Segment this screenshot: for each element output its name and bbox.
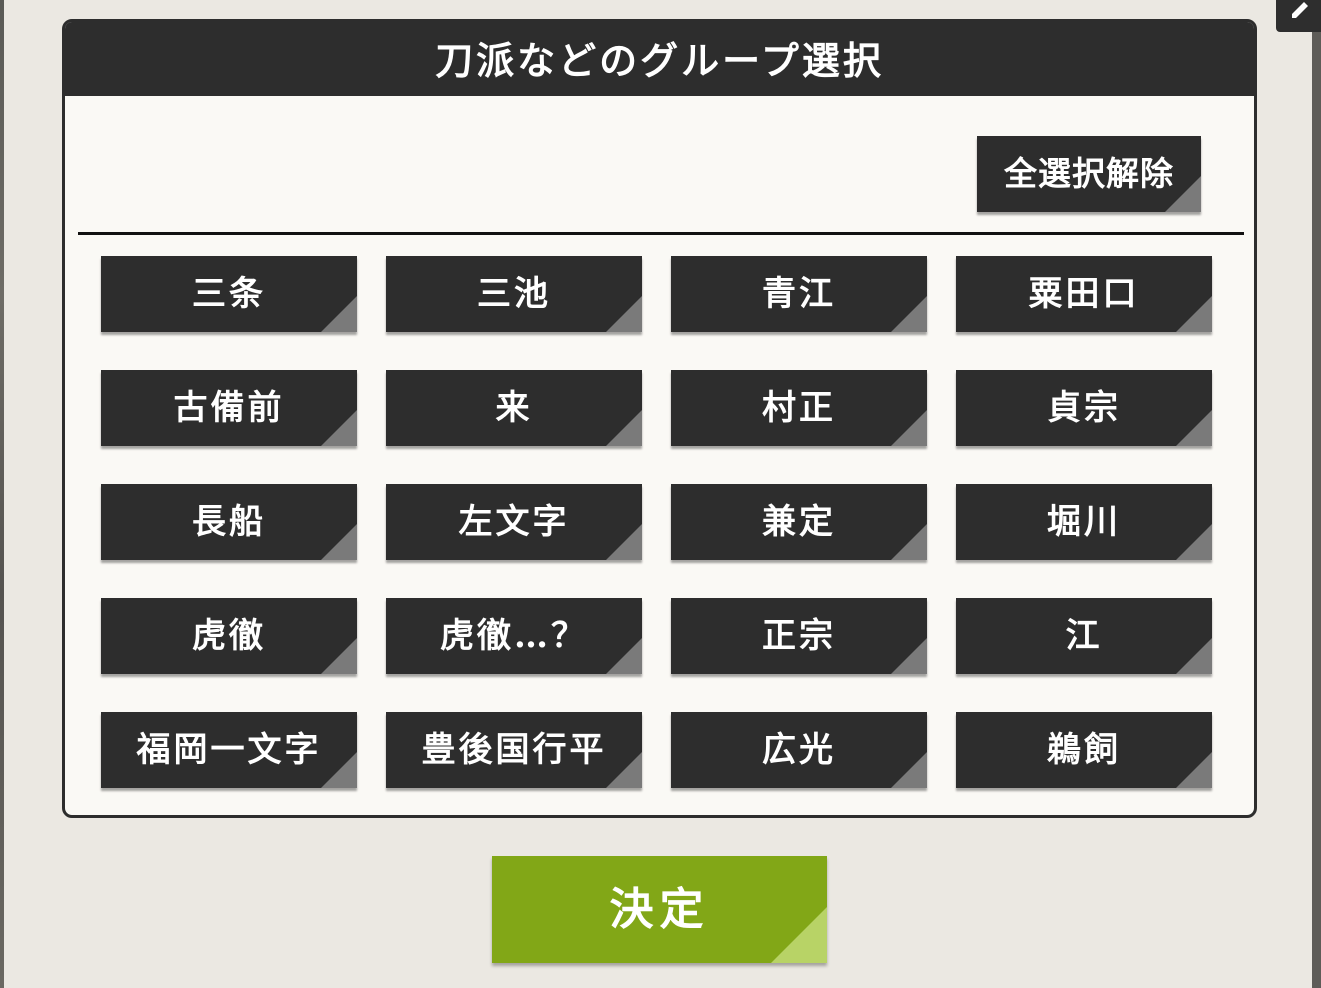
group-label: 兼定 (762, 502, 836, 542)
group-label: 豊後国行平 (421, 730, 607, 770)
group-label: 左文字 (458, 502, 570, 542)
group-label: 堀川 (1047, 502, 1121, 542)
group-button-rai[interactable]: 来 (386, 370, 642, 446)
button-corner-decoration (1165, 176, 1201, 212)
button-corner-decoration (891, 410, 927, 446)
group-button-kanesada[interactable]: 兼定 (671, 484, 927, 560)
group-label: 三池 (477, 274, 551, 314)
group-button-fukuoka-ichimonji[interactable]: 福岡一文字 (101, 712, 357, 788)
button-corner-decoration (321, 524, 357, 560)
divider (78, 232, 1244, 235)
group-button-hiromitsu[interactable]: 広光 (671, 712, 927, 788)
group-button-sanjo[interactable]: 三条 (101, 256, 357, 332)
group-button-miike[interactable]: 三池 (386, 256, 642, 332)
button-corner-decoration (321, 296, 357, 332)
button-corner-decoration (606, 524, 642, 560)
button-corner-decoration (771, 907, 827, 963)
button-corner-decoration (1176, 410, 1212, 446)
button-corner-decoration (321, 410, 357, 446)
group-button-kotetsu-question[interactable]: 虎徹…？ (386, 598, 642, 674)
group-label: 貞宗 (1047, 388, 1121, 428)
group-button-sadamune[interactable]: 貞宗 (956, 370, 1212, 446)
corner-edit-button[interactable] (1276, 0, 1321, 32)
button-corner-decoration (891, 296, 927, 332)
group-label: 村正 (762, 388, 836, 428)
group-label: 三条 (192, 274, 266, 314)
group-button-grid: 三条 三池 青江 粟田口 古備前 来 村正 貞宗 長船 左文字 兼定 堀川 虎徹… (101, 256, 1215, 788)
group-label: 江 (1065, 616, 1103, 656)
group-label: 広光 (762, 730, 836, 770)
button-corner-decoration (1176, 524, 1212, 560)
background-edge-left (0, 0, 4, 988)
edit-icon (1292, 2, 1308, 18)
group-label: 虎徹…？ (440, 616, 588, 656)
button-corner-decoration (606, 638, 642, 674)
group-button-go[interactable]: 江 (956, 598, 1212, 674)
button-corner-decoration (891, 638, 927, 674)
group-button-kotetsu[interactable]: 虎徹 (101, 598, 357, 674)
group-label: 福岡一文字 (136, 730, 322, 770)
group-label: 鵜飼 (1047, 730, 1121, 770)
group-button-horikawa[interactable]: 堀川 (956, 484, 1212, 560)
deselect-all-label: 全選択解除 (1004, 154, 1174, 193)
group-button-bungo-yukihira[interactable]: 豊後国行平 (386, 712, 642, 788)
button-corner-decoration (891, 752, 927, 788)
group-label: 長船 (192, 502, 266, 542)
group-label: 虎徹 (192, 616, 266, 656)
button-corner-decoration (606, 752, 642, 788)
button-corner-decoration (321, 752, 357, 788)
background-edge-right (1312, 30, 1321, 988)
group-button-masamune[interactable]: 正宗 (671, 598, 927, 674)
button-corner-decoration (1176, 638, 1212, 674)
deselect-all-button[interactable]: 全選択解除 (977, 136, 1201, 212)
button-corner-decoration (606, 296, 642, 332)
group-button-ukai[interactable]: 鵜飼 (956, 712, 1212, 788)
group-button-muramasa[interactable]: 村正 (671, 370, 927, 446)
button-corner-decoration (1176, 296, 1212, 332)
button-corner-decoration (606, 410, 642, 446)
confirm-label: 決定 (609, 884, 710, 935)
confirm-button[interactable]: 決定 (492, 856, 827, 963)
group-label: 正宗 (762, 616, 836, 656)
group-label: 粟田口 (1028, 274, 1140, 314)
group-button-kobizen[interactable]: 古備前 (101, 370, 357, 446)
dialog-title: 刀派などのグループ選択 (65, 22, 1254, 96)
button-corner-decoration (891, 524, 927, 560)
group-button-awataguchi[interactable]: 粟田口 (956, 256, 1212, 332)
group-button-aoe[interactable]: 青江 (671, 256, 927, 332)
group-select-dialog: 刀派などのグループ選択 全選択解除 三条 三池 青江 粟田口 古備前 来 村正 … (62, 19, 1257, 818)
group-label: 来 (495, 388, 533, 428)
button-corner-decoration (1176, 752, 1212, 788)
group-button-osafune[interactable]: 長船 (101, 484, 357, 560)
group-label: 古備前 (173, 388, 285, 428)
button-corner-decoration (321, 638, 357, 674)
group-button-samonji[interactable]: 左文字 (386, 484, 642, 560)
group-label: 青江 (762, 274, 836, 314)
